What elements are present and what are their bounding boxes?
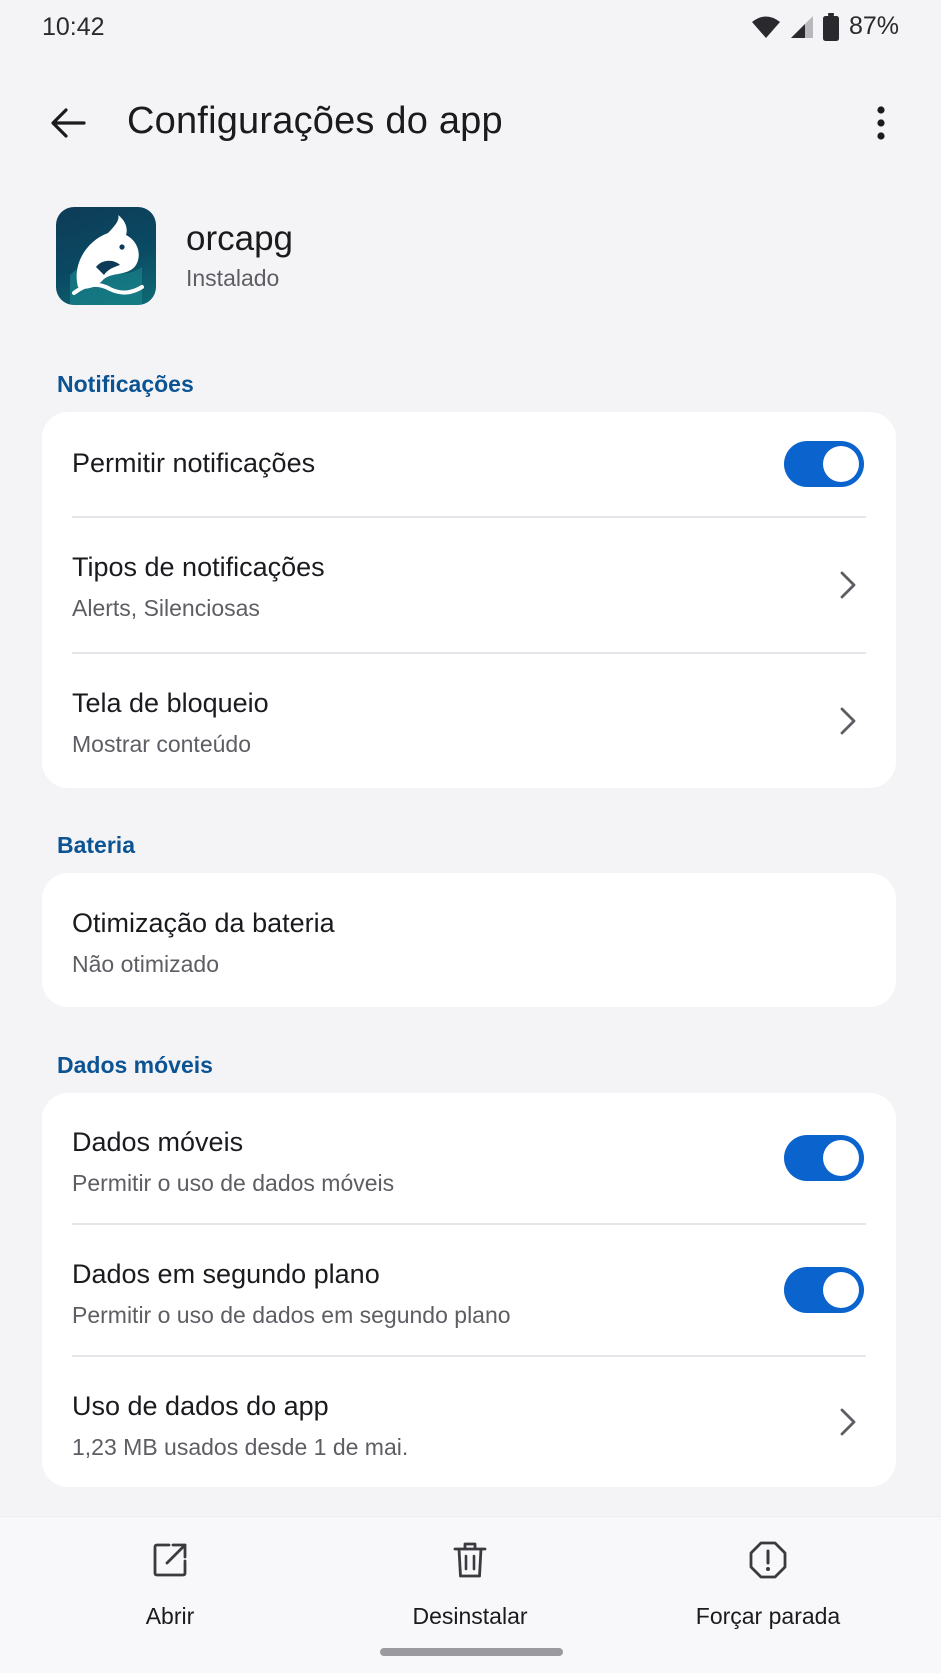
orca-app-icon xyxy=(56,207,156,305)
app-data-usage-row[interactable]: Uso de dados do app 1,23 MB usados desde… xyxy=(42,1357,896,1487)
mobile-data-card: Dados móveis Permitir o uso de dados móv… xyxy=(42,1093,896,1487)
section-label-mobile-data: Dados móveis xyxy=(57,1052,213,1078)
app-data-usage-value: 1,23 MB usados desde 1 de mai. xyxy=(72,1434,409,1460)
open-button[interactable]: Abrir xyxy=(60,1539,280,1630)
mobile-data-value: Permitir o uso de dados móveis xyxy=(72,1170,395,1196)
notification-types-row[interactable]: Tipos de notificações Alerts, Silenciosa… xyxy=(42,518,896,652)
signal-icon xyxy=(790,15,813,38)
chevron-right-icon xyxy=(840,707,856,735)
battery-percent: 87% xyxy=(848,12,899,40)
trash-icon xyxy=(453,1542,487,1578)
force-stop-button[interactable]: Forçar parada xyxy=(658,1539,878,1630)
status-time: 10:42 xyxy=(42,13,105,41)
battery-optimization-row[interactable]: Otimização da bateria Não otimizado xyxy=(42,873,896,1007)
alert-circle-icon xyxy=(749,1541,787,1579)
battery-optimization-label: Otimização da bateria xyxy=(72,908,335,938)
app-header: orcapg Instalado xyxy=(56,207,856,307)
home-indicator[interactable] xyxy=(380,1648,563,1656)
force-stop-label: Forçar parada xyxy=(695,1603,841,1629)
battery-card: Otimização da bateria Não otimizado xyxy=(42,873,896,1007)
app-data-usage-label: Uso de dados do app xyxy=(72,1391,329,1421)
chevron-right-icon xyxy=(840,571,856,599)
background-data-label: Dados em segundo plano xyxy=(72,1259,380,1289)
chevron-right-icon xyxy=(840,1408,856,1436)
section-label-notifications: Notificações xyxy=(57,371,194,397)
page-title: Configurações do app xyxy=(127,100,503,142)
battery-icon xyxy=(822,12,839,41)
notification-types-value: Alerts, Silenciosas xyxy=(72,595,260,621)
more-options-button[interactable] xyxy=(861,96,901,150)
mobile-data-row[interactable]: Dados móveis Permitir o uso de dados móv… xyxy=(42,1093,896,1223)
background-data-row[interactable]: Dados em segundo plano Permitir o uso de… xyxy=(42,1225,896,1355)
lock-screen-row[interactable]: Tela de bloqueio Mostrar conteúdo xyxy=(42,654,896,788)
lock-screen-value: Mostrar conteúdo xyxy=(72,731,251,757)
more-vert-icon xyxy=(877,106,885,140)
wifi-icon xyxy=(751,16,780,38)
app-name: orcapg xyxy=(186,219,294,258)
toggle-knob xyxy=(823,1140,859,1176)
status-icons: 87% xyxy=(751,12,899,41)
back-button[interactable] xyxy=(40,98,96,148)
notifications-card: Permitir notificações Tipos de notificaç… xyxy=(42,412,896,788)
background-data-value: Permitir o uso de dados em segundo plano xyxy=(72,1302,511,1328)
open-label: Abrir xyxy=(145,1603,195,1629)
battery-optimization-value: Não otimizado xyxy=(72,951,220,977)
allow-notifications-toggle[interactable] xyxy=(784,441,864,487)
mobile-data-label: Dados móveis xyxy=(72,1127,244,1157)
status-bar: 10:42 87% xyxy=(0,0,941,58)
back-arrow-icon xyxy=(51,108,86,138)
toggle-knob xyxy=(823,446,859,482)
background-data-toggle[interactable] xyxy=(784,1267,864,1313)
lock-screen-label: Tela de bloqueio xyxy=(72,688,269,718)
open-external-icon xyxy=(153,1543,187,1577)
allow-notifications-label: Permitir notificações xyxy=(72,448,316,478)
app-install-status: Instalado xyxy=(186,265,280,291)
uninstall-button[interactable]: Desinstalar xyxy=(360,1539,580,1630)
uninstall-label: Desinstalar xyxy=(412,1603,528,1629)
allow-notifications-row[interactable]: Permitir notificações xyxy=(42,412,896,516)
top-app-bar: Configurações do app xyxy=(0,78,941,168)
notification-types-label: Tipos de notificações xyxy=(72,552,325,582)
section-label-battery: Bateria xyxy=(57,832,135,858)
toggle-knob xyxy=(823,1272,859,1308)
mobile-data-toggle[interactable] xyxy=(784,1135,864,1181)
